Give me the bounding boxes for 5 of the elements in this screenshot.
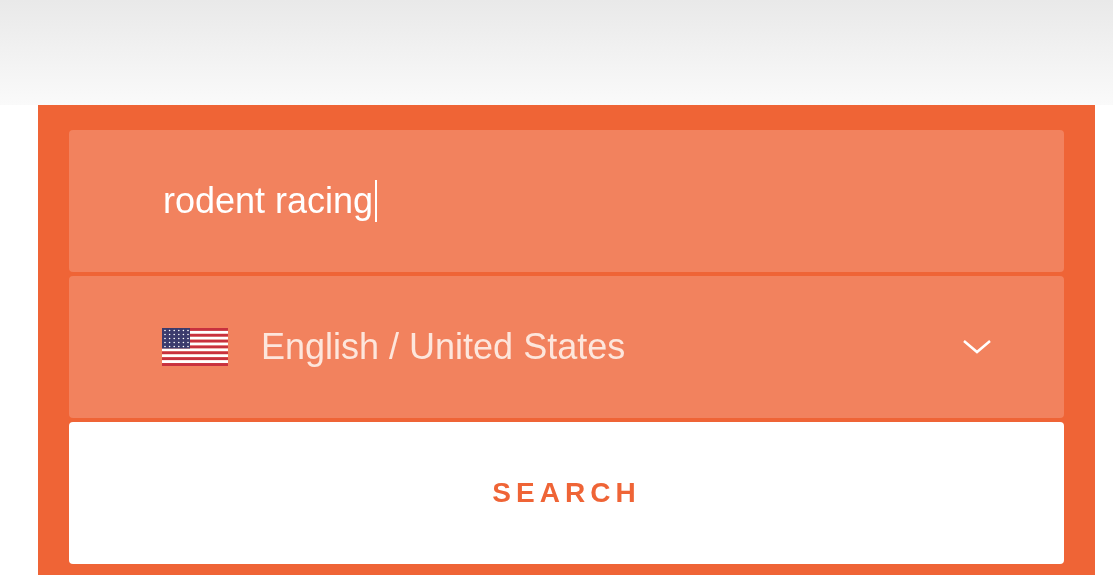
search-field[interactable]: rodent racing: [69, 130, 1064, 272]
language-select[interactable]: English / United States: [69, 276, 1064, 418]
flag-icon: [162, 328, 228, 366]
search-button[interactable]: SEARCH: [69, 422, 1064, 564]
chevron-down-icon: [962, 339, 992, 355]
